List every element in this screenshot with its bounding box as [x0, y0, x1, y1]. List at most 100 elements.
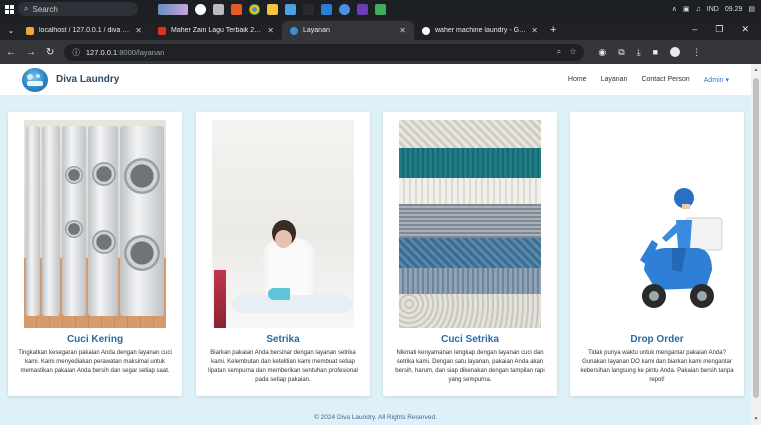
zoom-icon[interactable]: ⌕ — [557, 47, 561, 57]
volume-icon[interactable]: ♫ — [696, 6, 701, 13]
browser-tab[interactable]: waher machine laundry - Goog ✕ — [414, 21, 546, 40]
site-navbar: Diva Laundry Home Layanan Contact Person… — [0, 64, 751, 96]
omnibox-actions: ⌕ ☆ — [557, 47, 577, 57]
toolbar-icons: ◉ ⧉ ⤓ ■ ⋮ — [598, 47, 701, 58]
office-app-icon[interactable] — [231, 3, 242, 15]
washer-door — [92, 230, 116, 254]
tab-title: waher machine laundry - Goog — [435, 27, 527, 34]
restore-icon[interactable]: ❐ — [715, 24, 723, 35]
windows-start-button[interactable] — [0, 0, 18, 18]
notification-icon[interactable]: ▤ — [748, 5, 755, 13]
towel-stack — [214, 270, 226, 328]
clock[interactable]: 09.29 — [725, 6, 743, 13]
washer-door — [124, 235, 160, 271]
washer-door — [65, 166, 83, 184]
visual-studio-icon[interactable] — [357, 3, 368, 15]
card-description: Tidak punya waktu untuk mengantar pakaia… — [580, 350, 734, 383]
download-icon[interactable]: ⤓ — [637, 47, 641, 58]
ironing-board — [232, 295, 352, 313]
browser-tab[interactable]: localhost / 127.0.0.1 / diva / lay ✕ — [18, 21, 150, 40]
vscode-icon[interactable] — [321, 3, 332, 15]
reload-icon[interactable]: ↻ — [46, 47, 54, 58]
search-icon: ⌕ — [24, 4, 29, 13]
service-card-cuci-kering[interactable]: Cuci Kering Tingkatkan kesegaran pakaian… — [8, 112, 182, 396]
nav-contact-person[interactable]: Contact Person — [641, 76, 689, 83]
system-tray: ∧ ▣ ♫ IND 09.29 ▤ — [672, 5, 761, 14]
washer-column — [42, 126, 60, 316]
fabric-layer — [399, 268, 541, 294]
tab-search-chevron-icon[interactable]: ⌄ — [4, 26, 18, 35]
diva-favicon-icon — [290, 26, 298, 35]
folded-fabrics-image — [399, 120, 541, 328]
google-icon — [422, 26, 430, 35]
chevron-up-icon[interactable]: ∧ — [672, 5, 677, 13]
chrome-app-icon[interactable] — [249, 3, 260, 15]
tab-title: localhost / 127.0.0.1 / diva / lay — [39, 27, 131, 34]
scrollbar-thumb[interactable] — [753, 78, 759, 398]
search-app-icon[interactable] — [195, 3, 206, 15]
address-bar[interactable]: ⓘ 127.0.0.1:8000/layanan ⌕ ☆ — [64, 43, 585, 61]
forward-icon[interactable]: → — [26, 47, 36, 58]
nav-layanan[interactable]: Layanan — [601, 76, 628, 83]
landscape-app-icon[interactable] — [158, 3, 188, 15]
service-card-drop-order[interactable]: Drop Order Tidak punya waktu untuk menga… — [570, 112, 744, 396]
browser-tab[interactable]: Maher Zain Lagu Terbaik 2024 | ✕ — [150, 21, 282, 40]
file-explorer-icon[interactable] — [267, 3, 278, 15]
sidepanel-icon[interactable]: ■ — [653, 47, 658, 57]
language-indicator[interactable]: IND — [707, 6, 719, 13]
close-icon[interactable]: ✕ — [267, 26, 274, 35]
close-icon[interactable]: ✕ — [531, 26, 538, 35]
woman-face — [275, 230, 292, 248]
admin-dropdown[interactable]: Admin ▾ — [704, 76, 729, 84]
store-app-icon[interactable] — [285, 3, 296, 15]
card-description: Tingkatkan kesegaran pakaian Anda dengan… — [18, 350, 172, 374]
browser-tab-active[interactable]: Layanan ✕ — [282, 21, 414, 40]
washer-door — [124, 158, 160, 194]
card-description: Nikmati kenyamanan lengkap dengan layana… — [395, 350, 545, 383]
os-taskbar: ⌕ Search ∧ ▣ ♫ IND 09.29 ▤ — [0, 0, 761, 18]
close-window-icon[interactable]: ✕ — [741, 24, 749, 35]
notepad-app-icon[interactable] — [375, 3, 386, 15]
close-icon[interactable]: ✕ — [135, 26, 142, 35]
network-icon[interactable]: ▣ — [683, 5, 690, 13]
service-card-cuci-setrika[interactable]: Cuci Setrika Nikmati kenyamanan lengkap … — [383, 112, 557, 396]
url-host: 127.0.0.1 — [85, 47, 118, 57]
nav-home[interactable]: Home — [568, 76, 587, 83]
minimize-icon[interactable]: – — [692, 24, 697, 35]
washer-door — [92, 162, 116, 186]
washer-column — [120, 126, 164, 316]
browser-tab-strip: ⌄ localhost / 127.0.0.1 / diva / lay ✕ M… — [0, 18, 761, 40]
arrow-app-icon[interactable] — [303, 3, 314, 15]
washer-column — [88, 126, 118, 316]
puzzle-icon[interactable]: ⧉ — [618, 47, 624, 58]
taskbar-apps — [158, 3, 386, 15]
task-view-icon[interactable] — [213, 3, 224, 15]
windows-logo-icon — [4, 4, 14, 14]
page-scrollbar[interactable]: ▲ ▼ — [751, 64, 761, 425]
brand[interactable]: Diva Laundry — [22, 67, 120, 92]
scooter-courier-icon — [640, 188, 723, 308]
washer-column — [26, 126, 40, 316]
card-title: Cuci Kering — [66, 334, 124, 345]
new-tab-icon[interactable]: + — [550, 24, 556, 36]
fabric-layer — [399, 148, 541, 178]
taskbar-search[interactable]: ⌕ Search — [18, 2, 138, 16]
card-title: Drop Order — [630, 334, 684, 345]
scroll-up-arrow-icon[interactable]: ▲ — [753, 67, 759, 73]
brand-name: Diva Laundry — [56, 74, 120, 85]
fabric-layer — [399, 178, 541, 204]
extension-icon[interactable]: ◉ — [598, 47, 606, 58]
service-cards: Cuci Kering Tingkatkan kesegaran pakaian… — [8, 112, 744, 396]
profile-avatar-icon[interactable] — [670, 47, 681, 57]
menu-icon[interactable]: ⋮ — [692, 47, 701, 58]
site-footer: © 2024 Diva Laundry. All Rights Reserved… — [314, 414, 437, 421]
close-icon[interactable]: ✕ — [399, 26, 406, 35]
back-icon[interactable]: ← — [6, 47, 16, 58]
bookmark-star-icon[interactable]: ☆ — [569, 47, 576, 57]
phpmyadmin-icon — [26, 26, 34, 35]
chrome-active-icon[interactable] — [339, 3, 350, 15]
service-card-setrika[interactable]: Setrika Biarkan pakaian Anda bersinar de… — [196, 112, 370, 396]
taskbar-search-label: Search — [32, 4, 58, 14]
site-info-icon[interactable]: ⓘ — [72, 47, 80, 58]
scroll-down-arrow-icon[interactable]: ▼ — [753, 416, 759, 422]
